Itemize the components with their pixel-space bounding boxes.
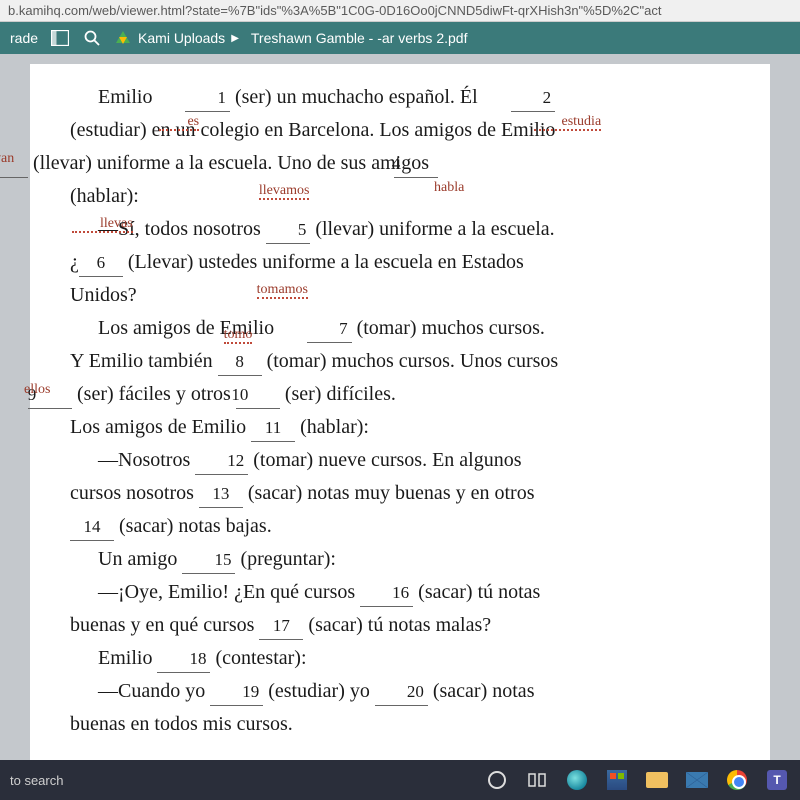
teams-icon[interactable]: T: [764, 767, 790, 793]
text: (contestar):: [210, 647, 306, 669]
text: (ser) un muchacho español. Él: [230, 86, 483, 108]
blank-5[interactable]: 5: [266, 217, 311, 244]
blank-10[interactable]: 10: [236, 382, 280, 409]
text: Los amigos de Emilio: [70, 416, 251, 438]
text: (llevar) uniforme a la escuela.: [310, 218, 554, 240]
text: (estudiar) en un colegio en Barcelona. L…: [70, 119, 555, 141]
windows-taskbar: to search T: [0, 760, 800, 800]
blank-20[interactable]: 20: [375, 679, 428, 706]
drive-icon: [114, 30, 132, 46]
document-page: Emilio es 1 (ser) un muchacho español. Él…: [30, 64, 770, 770]
text: (ser) difíciles.: [280, 383, 396, 405]
explorer-icon[interactable]: [644, 767, 670, 793]
text: (hablar):: [70, 185, 139, 207]
text: Un amigo: [98, 548, 182, 570]
text: —Nosotros: [98, 449, 195, 471]
mail-icon[interactable]: [684, 767, 710, 793]
blank-16[interactable]: 16: [360, 580, 413, 607]
text: Y Emilio también: [70, 350, 218, 372]
annotation-llevas[interactable]: llevas: [72, 217, 133, 233]
text: Emilio: [98, 647, 157, 669]
text: (sacar) notas: [428, 680, 535, 702]
text: (estudiar) yo: [263, 680, 375, 702]
text: (sacar) tú notas malas?: [303, 614, 491, 636]
blank-2[interactable]: 2: [511, 85, 556, 112]
text: (sacar) notas muy buenas y en otros: [243, 482, 535, 504]
annotation-es[interactable]: es: [159, 115, 199, 131]
task-view-icon[interactable]: [524, 767, 550, 793]
blank-1[interactable]: 1: [185, 85, 230, 112]
chrome-icon[interactable]: [724, 767, 750, 793]
text: (hablar):: [295, 416, 369, 438]
grade-button-fragment[interactable]: rade: [10, 30, 38, 46]
blank-13[interactable]: 13: [199, 481, 243, 508]
document-viewport[interactable]: Emilio es 1 (ser) un muchacho español. Él…: [0, 54, 800, 770]
blank-11[interactable]: 11: [251, 415, 295, 442]
text: (llevar) uniforme a la escuela. Uno de s…: [28, 152, 434, 174]
text: cursos nosotros: [70, 482, 199, 504]
chevron-right-icon: ▶: [231, 33, 239, 44]
text: (sacar) tú notas: [413, 581, 540, 603]
text: (tomar) nueve cursos. En algunos: [248, 449, 521, 471]
blank-12[interactable]: 12: [195, 448, 248, 475]
text: —¡Oye, Emilio! ¿En qué cursos: [98, 581, 360, 603]
edge-icon[interactable]: [564, 767, 590, 793]
text: (sacar) notas bajas.: [114, 515, 272, 537]
sidebar-toggle-icon[interactable]: [50, 28, 70, 48]
store-icon[interactable]: [604, 767, 630, 793]
url-bar[interactable]: b.kamihq.com/web/viewer.html?state=%7B"i…: [0, 0, 800, 22]
text: buenas en todos mis cursos.: [70, 713, 293, 735]
annotation-tomo[interactable]: tomo: [224, 328, 253, 344]
annotation-estudia[interactable]: estudia: [534, 115, 602, 131]
blank-8[interactable]: 8: [218, 349, 262, 376]
blank-4[interactable]: 4: [394, 151, 438, 178]
folder-label: Kami Uploads: [138, 30, 225, 46]
cortana-icon[interactable]: [484, 767, 510, 793]
blank-19[interactable]: 19: [210, 679, 263, 706]
annotation-tomamos[interactable]: tomamos: [257, 283, 308, 299]
kami-toolbar: rade Kami Uploads ▶ Treshawn Gamble - -a…: [0, 22, 800, 54]
blank-18[interactable]: 18: [157, 646, 210, 673]
text: —Cuando yo: [98, 680, 210, 702]
text: ¿: [70, 251, 79, 273]
breadcrumb-folder[interactable]: Kami Uploads ▶: [114, 30, 239, 46]
blank-14[interactable]: 14: [70, 514, 114, 541]
text: (tomar) muchos cursos. Unos cursos: [262, 350, 559, 372]
file-name: Treshawn Gamble - -ar verbs 2.pdf: [251, 30, 468, 46]
search-icon[interactable]: [82, 28, 102, 48]
text: buenas y en qué cursos: [70, 614, 259, 636]
blank-17[interactable]: 17: [259, 613, 303, 640]
text: (ser) fáciles y otros: [72, 383, 236, 405]
blank-7[interactable]: 7: [307, 316, 352, 343]
text: (Llevar) ustedes uniforme a la escuela e…: [123, 251, 524, 273]
text: Unidos?: [70, 284, 137, 306]
text: (tomar) muchos cursos.: [352, 317, 545, 339]
blank-6[interactable]: 6: [79, 250, 123, 277]
text: Emilio: [98, 86, 157, 108]
annotation-llevamos[interactable]: llevamos: [259, 184, 310, 200]
text: (preguntar):: [235, 548, 336, 570]
blank-15[interactable]: 15: [182, 547, 235, 574]
taskbar-search[interactable]: to search: [10, 773, 63, 788]
